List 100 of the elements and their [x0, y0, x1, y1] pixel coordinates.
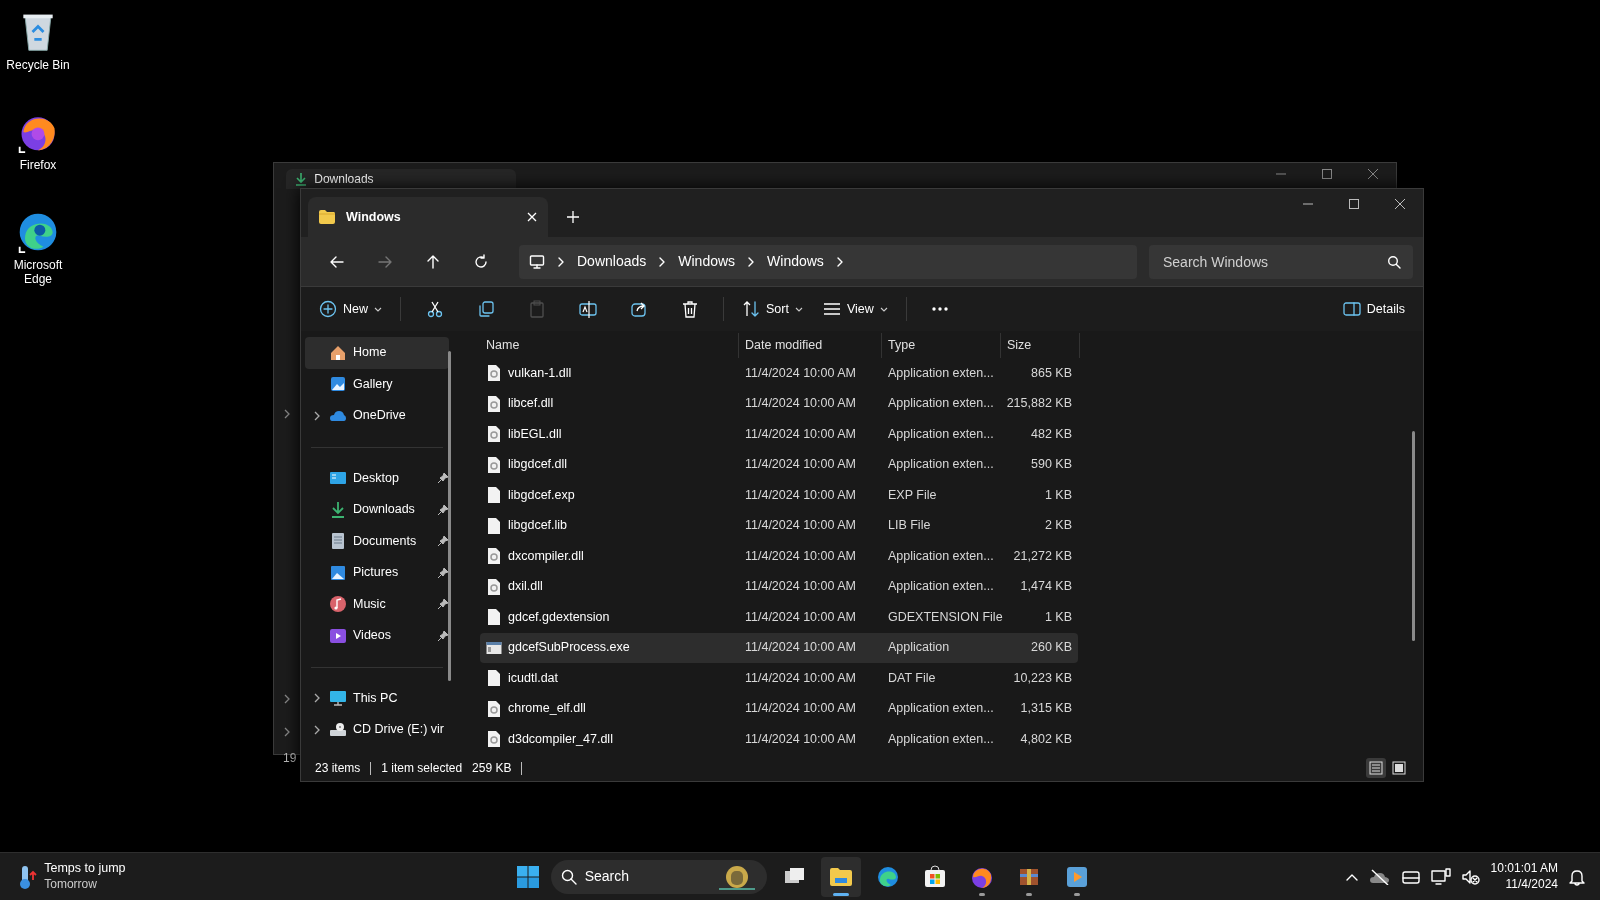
date-cell-text: 11/4/2024 10:00 AM — [744, 669, 857, 687]
desktop-icon-label[interactable]: Firefox — [19, 158, 57, 173]
cloud-off-icon[interactable] — [1368, 868, 1391, 885]
browser-icon[interactable] — [876, 864, 901, 889]
date-cell-text: 11/4/2024 10:00 AM — [744, 547, 857, 565]
pin-icon[interactable] — [437, 535, 449, 548]
file-row[interactable]: d3dcompiler_47.dll 11/4/2024 10:00 AM Application exten... 4,802 KB — [480, 724, 1078, 755]
column-header[interactable]: Date modified — [739, 333, 882, 358]
file-row[interactable]: gdcef.gdextension 11/4/2024 10:00 AM GDEXTENSION File 1 KB — [480, 602, 1078, 633]
close-icon[interactable] — [526, 211, 538, 223]
dll-file-icon — [486, 425, 502, 444]
address-bar[interactable]: Downloads Windows Windows — [519, 244, 1137, 279]
type-cell-text: GDEXTENSION File — [887, 608, 1001, 626]
caret-down-icon — [794, 306, 803, 312]
chevron-right-icon[interactable] — [313, 693, 321, 704]
caret-down-icon — [374, 306, 382, 312]
pin-icon[interactable] — [437, 503, 449, 516]
file-row[interactable]: dxil.dll 11/4/2024 10:00 AM Application exten... 1,474 KB — [480, 571, 1078, 602]
file-row[interactable]: chrome_elf.dll 11/4/2024 10:00 AM Application exten... 1,315 KB — [480, 693, 1078, 724]
file-name: libcef.dll — [508, 395, 554, 413]
column-header[interactable]: Name — [461, 333, 739, 358]
up-arrow-icon[interactable] — [425, 253, 441, 270]
caret-down-icon — [879, 306, 888, 312]
dll-file-icon — [486, 730, 502, 749]
chevron-right-icon[interactable] — [747, 256, 756, 267]
scrollbar-thumb[interactable] — [448, 351, 451, 681]
sidebar-item[interactable]: This PC — [305, 682, 449, 714]
breadcrumb-link[interactable]: Downloads — [577, 251, 647, 272]
sidebar-item[interactable]: OneDrive — [305, 400, 449, 432]
pin-icon[interactable] — [437, 472, 449, 485]
window-tab[interactable]: Windows — [308, 197, 548, 237]
selection-info: 1 item selected — [381, 760, 463, 777]
trash-icon[interactable] — [680, 300, 699, 318]
pin-icon[interactable] — [437, 566, 449, 579]
file-icon — [486, 516, 502, 535]
browser-tab[interactable]: Downloads — [286, 169, 516, 189]
chevron-right-icon[interactable] — [313, 410, 321, 421]
sidebar-item[interactable]: Music — [305, 588, 449, 620]
breadcrumb-link[interactable]: Windows — [767, 251, 824, 272]
file-name: gdcef.gdextension — [508, 608, 610, 626]
rename-icon[interactable] — [578, 300, 597, 318]
details-button[interactable]: Details — [1334, 293, 1413, 325]
sidebar-item[interactable]: Pictures — [305, 557, 449, 589]
type-cell-text: Application exten... — [887, 364, 995, 382]
view-list-icon — [822, 300, 841, 318]
file-name: libgdcef.exp — [508, 486, 575, 504]
network-icon[interactable] — [1430, 867, 1451, 886]
date-cell-text: 11/4/2024 10:00 AM — [744, 395, 857, 413]
file-row[interactable]: icudtl.dat 11/4/2024 10:00 AM DAT File 10,223 KB — [480, 663, 1078, 694]
tiles-view-icon[interactable] — [1389, 758, 1409, 778]
monitor-icon — [329, 689, 347, 708]
sidebar-item[interactable]: Gallery — [305, 368, 449, 400]
breadcrumb-link[interactable]: Windows — [678, 251, 736, 272]
desktop-icon-label[interactable]: Recycle Bin — [6, 58, 70, 73]
sidebar-item[interactable]: Videos — [305, 620, 449, 652]
pin-icon[interactable] — [437, 629, 449, 642]
file-icon — [486, 669, 502, 688]
music-icon — [329, 595, 347, 614]
sidebar-item[interactable]: Downloads — [305, 494, 449, 526]
chevron-right-icon[interactable] — [835, 256, 844, 267]
date-cell-text: 11/4/2024 10:00 AM — [744, 517, 857, 535]
refresh-icon[interactable] — [473, 253, 489, 270]
share-icon[interactable] — [629, 300, 648, 318]
folder-icon — [318, 209, 336, 225]
sidebar-item[interactable]: Documents — [305, 525, 449, 557]
media-player-icon[interactable] — [1064, 864, 1089, 889]
sidebar-item[interactable]: Desktop — [305, 462, 449, 494]
file-row[interactable]: dxcompiler.dll 11/4/2024 10:00 AM Application exten... 21,272 KB — [480, 541, 1078, 572]
view-button[interactable]: View — [814, 293, 896, 325]
column-header[interactable]: Size — [1001, 333, 1080, 358]
search-icon[interactable] — [1387, 254, 1401, 269]
new-button[interactable]: New — [311, 293, 390, 325]
sort-button[interactable]: Sort — [734, 293, 811, 325]
details-view-icon[interactable] — [1365, 758, 1386, 778]
chevron-right-icon[interactable] — [313, 724, 321, 735]
file-row[interactable]: vulkan-1.dll 11/4/2024 10:00 AM Application exten... 865 KB — [480, 358, 1078, 389]
type-cell-text: LIB File — [887, 517, 932, 535]
type-cell-text: DAT File — [887, 669, 937, 687]
new-tab-icon[interactable] — [566, 210, 580, 224]
file-row[interactable]: libEGL.dll 11/4/2024 10:00 AM Application exten... 482 KB — [480, 419, 1078, 450]
store-icon[interactable] — [923, 864, 948, 889]
file-row[interactable]: libgdcef.exp 11/4/2024 10:00 AM EXP File 1 KB — [480, 480, 1078, 511]
column-header[interactable]: Type — [882, 333, 1001, 358]
file-row[interactable]: libgdcef.dll 11/4/2024 10:00 AM Application exten... 590 KB — [480, 449, 1078, 480]
sidebar-item[interactable]: CD Drive (E:) vir — [305, 714, 449, 746]
selection-size: 259 KB — [472, 760, 512, 777]
copy-icon[interactable] — [476, 300, 495, 318]
pin-icon[interactable] — [437, 598, 449, 611]
scissors-icon[interactable] — [425, 300, 444, 318]
chevron-right-icon[interactable] — [658, 256, 667, 267]
sidebar-item[interactable]: Home — [305, 337, 449, 369]
file-row[interactable]: libgdcef.lib 11/4/2024 10:00 AM LIB File 2 KB — [480, 510, 1078, 541]
file-row[interactable]: libcef.dll 11/4/2024 10:00 AM Application exten... 215,882 KB — [480, 388, 1078, 419]
start-icon[interactable] — [515, 864, 540, 889]
scrollbar-thumb[interactable] — [1412, 431, 1415, 641]
desktop-icon-label[interactable]: Microsoft Edge — [0, 258, 76, 287]
search-field[interactable]: Search — [550, 859, 767, 894]
weather-widget[interactable]: Temps to jump Tomorrow — [18, 861, 126, 892]
notification-icon[interactable] — [1568, 867, 1586, 886]
file-row[interactable]: gdcefSubProcess.exe 11/4/2024 10:00 AM Application 260 KB — [480, 632, 1078, 663]
